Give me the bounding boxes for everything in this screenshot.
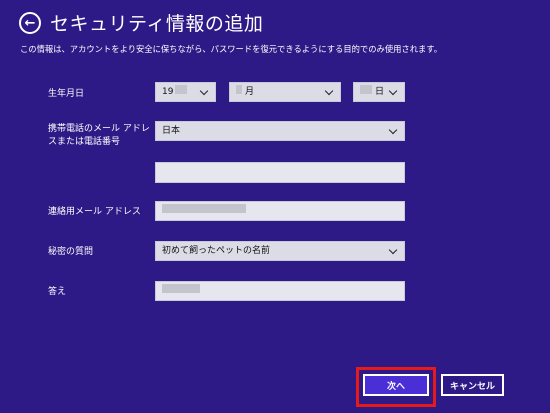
back-button[interactable]: ←	[19, 12, 41, 34]
contact-email-input[interactable]	[155, 201, 405, 221]
chevron-down-icon	[324, 86, 334, 95]
country-select[interactable]: 日本	[155, 121, 405, 141]
month-redaction	[236, 85, 242, 94]
answer-value	[162, 282, 203, 300]
chevron-down-icon	[388, 86, 398, 95]
email-redaction	[162, 204, 246, 213]
year-redaction	[175, 85, 188, 94]
back-arrow-icon: ←	[24, 15, 36, 31]
birth-month-select[interactable]: 月	[229, 82, 341, 102]
birth-year-select[interactable]: 19	[155, 82, 216, 102]
chevron-down-icon	[388, 245, 398, 254]
chevron-down-icon	[199, 86, 209, 95]
phone-number-input[interactable]	[155, 162, 405, 183]
chevron-down-icon	[388, 125, 398, 134]
birth-day-value: 日	[360, 83, 384, 101]
birth-day-select[interactable]: 日	[353, 82, 405, 102]
phone-label: 携帯電話のメール アドレ スまたは電話番号	[48, 123, 150, 149]
description-text: この情報は、アカウントをより安全に保ちながら、パスワードを復元できるようにする目…	[20, 44, 443, 54]
next-button[interactable]: 次へ	[363, 374, 429, 396]
answer-redaction	[162, 284, 200, 293]
contact-email-label: 連絡用メール アドレス	[48, 207, 141, 217]
phone-label-line1: 携帯電話のメール アドレ	[48, 124, 150, 134]
birth-month-value: 月	[236, 83, 254, 101]
cancel-button[interactable]: キャンセル	[441, 374, 504, 396]
country-value: 日本	[162, 126, 181, 136]
birth-year-value: 19	[162, 83, 190, 101]
contact-email-value	[162, 202, 249, 220]
answer-label: 答え	[48, 287, 67, 297]
birthdate-label: 生年月日	[48, 89, 85, 99]
page-title: セキュリティ情報の追加	[50, 13, 264, 35]
day-redaction	[360, 85, 372, 94]
phone-label-line2: スまたは電話番号	[48, 137, 121, 147]
secret-question-select[interactable]: 初めて飼ったペットの名前	[155, 241, 405, 261]
secret-question-label: 秘密の質問	[48, 247, 94, 257]
secret-question-value: 初めて飼ったペットの名前	[162, 246, 271, 256]
answer-input[interactable]	[155, 281, 405, 301]
